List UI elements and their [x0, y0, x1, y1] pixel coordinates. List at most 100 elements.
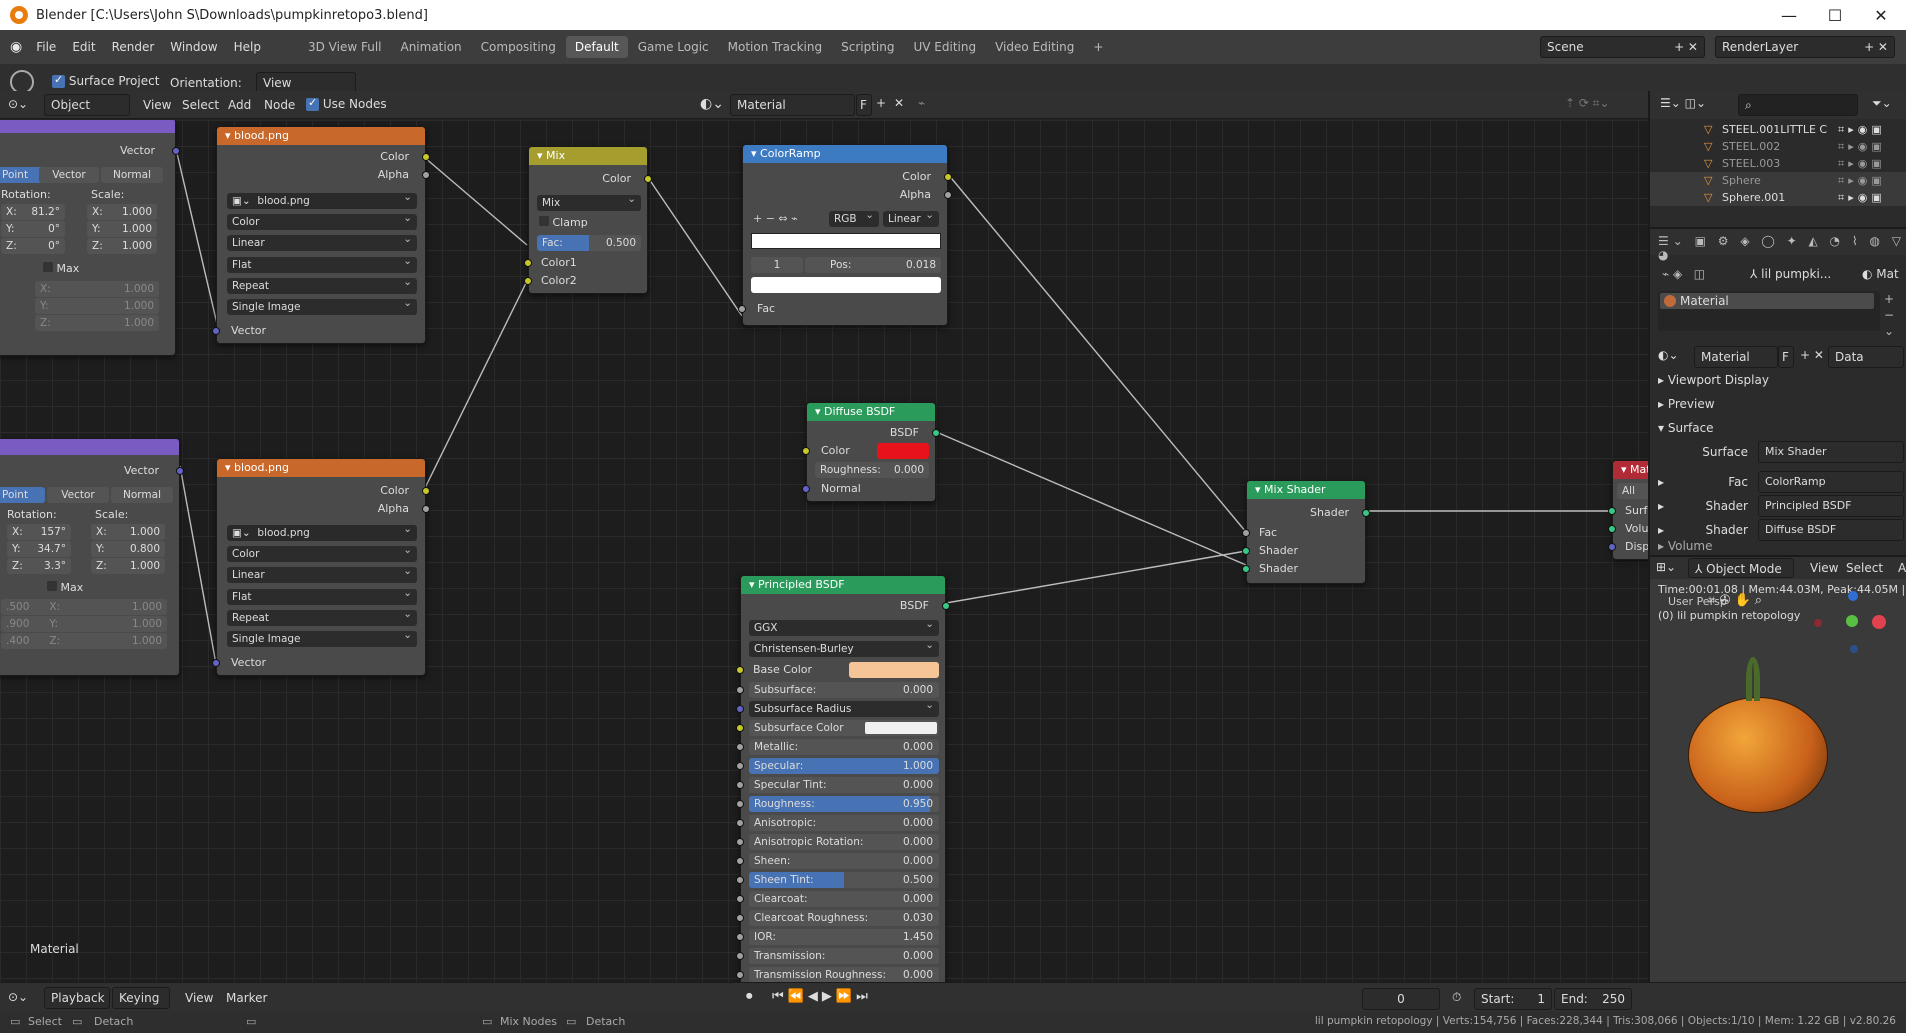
menu-view[interactable]: View: [1810, 561, 1838, 575]
object-type-dropdown[interactable]: Object: [44, 94, 130, 116]
pin-icon[interactable]: ⌁: [918, 96, 925, 110]
color-output-socket[interactable]: [422, 153, 430, 161]
distribution-dropdown[interactable]: GGX: [749, 616, 939, 636]
outliner-search-input[interactable]: ⌕: [1738, 94, 1858, 116]
checkbox-icon[interactable]: [306, 96, 319, 111]
max-y-field[interactable]: Y: 1.000: [35, 298, 159, 314]
type-normal-button[interactable]: Normal: [111, 487, 173, 503]
input-socket[interactable]: [736, 743, 744, 751]
subsurface-color-swatch[interactable]: [865, 722, 937, 734]
type-vector-button[interactable]: Vector: [39, 167, 99, 183]
fac-slider[interactable]: Fac: 0.500: [537, 235, 641, 251]
bsdf-output-socket[interactable]: [932, 429, 940, 437]
surface-socket-link[interactable]: Diffuse BSDF: [1758, 519, 1904, 541]
surface-project-toggle[interactable]: Surface Project: [52, 73, 159, 88]
input-field[interactable]: Clearcoat: 0.000: [749, 891, 939, 907]
diffuse-bsdf-node[interactable]: ▾ Diffuse BSDF BSDF Color Roughness: 0.00…: [802, 402, 940, 502]
alpha-output-socket[interactable]: [944, 191, 952, 199]
volume-input-socket[interactable]: [1608, 525, 1616, 533]
input-field[interactable]: Metallic: 0.000: [749, 739, 939, 755]
source-dropdown[interactable]: Single Image: [227, 295, 417, 315]
fake-user-button[interactable]: F: [856, 94, 872, 116]
input-field[interactable]: Subsurface Color: [749, 720, 939, 736]
node-editor-canvas[interactable]: Vector Point Vector Normal Rotation: Sca…: [0, 120, 1648, 982]
type-point-button[interactable]: Point: [0, 487, 45, 503]
colorramp-node[interactable]: ▾ ColorRamp Color Alpha + − ⇔ ⌁ RGB Line…: [738, 144, 952, 326]
max-z-field[interactable]: .400 Z: 1.000: [1, 633, 167, 649]
keying-menu[interactable]: Keying: [112, 987, 170, 1009]
material-new-unlink-icons[interactable]: + ✕: [1800, 348, 1824, 362]
color-output-socket[interactable]: [644, 175, 652, 183]
input-socket[interactable]: [736, 838, 744, 846]
input-field[interactable]: Sheen Tint: 0.500: [749, 872, 939, 888]
menu-view[interactable]: View: [143, 98, 171, 112]
fake-user-button[interactable]: F: [1778, 346, 1794, 368]
input-socket[interactable]: [736, 952, 744, 960]
menu-select[interactable]: Select: [182, 98, 219, 112]
pumpkin-model[interactable]: [1688, 697, 1828, 813]
max-toggle[interactable]: Max: [47, 580, 83, 596]
material-browse-icon[interactable]: ◐⌄: [700, 96, 724, 112]
tab-animation[interactable]: Animation: [391, 36, 470, 58]
material-browse-icon[interactable]: ◐⌄: [1658, 348, 1679, 362]
rotation-z-field[interactable]: Z: 0°: [1, 238, 65, 254]
properties-tab-icons[interactable]: ☰⌄ ▣ ⚙ ◈ ◯ ✦ ◭ ◔ ⌇ ◍ ▽ ◕: [1658, 234, 1906, 262]
editor-type-icon[interactable]: ⊙⌄: [8, 990, 28, 1004]
interpolation-dropdown[interactable]: Linear: [883, 207, 939, 227]
material-slot-list[interactable]: Material: [1658, 291, 1880, 331]
material-name-field[interactable]: Material: [1694, 346, 1778, 368]
input-field[interactable]: Subsurface: 0.000: [749, 682, 939, 698]
link-data-dropdown[interactable]: Data: [1828, 346, 1904, 368]
input-socket[interactable]: [736, 933, 744, 941]
bsdf-output-socket[interactable]: [942, 602, 950, 610]
scale-x-field[interactable]: X: 1.000: [87, 204, 157, 220]
maximize-button[interactable]: ☐: [1812, 0, 1858, 30]
tab-3d-view-full[interactable]: 3D View Full: [299, 36, 391, 58]
editor-type-icon[interactable]: ⊞⌄: [1656, 560, 1676, 574]
input-socket[interactable]: [736, 895, 744, 903]
input-socket[interactable]: [736, 857, 744, 865]
vector-input-socket[interactable]: [212, 659, 220, 667]
interpolation-dropdown[interactable]: Linear: [227, 231, 417, 251]
expand-arrow-icon[interactable]: ▸: [1658, 499, 1664, 513]
record-icon[interactable]: ⏺: [746, 989, 753, 1004]
blender-menu-icon[interactable]: ◉: [10, 39, 22, 55]
input-field[interactable]: Sheen: 0.000: [749, 853, 939, 869]
parent-node-icon[interactable]: ⇡ ⟳ ⌗⌄: [1565, 96, 1610, 111]
vector-input-socket[interactable]: [212, 327, 220, 335]
tab-game-logic[interactable]: Game Logic: [629, 36, 718, 58]
surface-input-socket[interactable]: [1608, 507, 1616, 515]
normal-input-socket[interactable]: [802, 485, 810, 493]
menu-add[interactable]: Add: [228, 98, 251, 112]
outliner-item[interactable]: ▽ STEEL.003 ⌗▸◉▣: [1650, 155, 1906, 172]
scale-x-field[interactable]: X: 1.000: [91, 524, 165, 540]
input-field[interactable]: Transmission: 0.000: [749, 948, 939, 964]
input-socket[interactable]: [736, 971, 744, 979]
stop-position-field[interactable]: Pos: 0.018: [805, 257, 941, 273]
minimize-button[interactable]: —: [1766, 0, 1812, 30]
material-output-node[interactable]: ▾ Mat All Surf Volu Disp: [1608, 460, 1648, 560]
subsurface-method-dropdown[interactable]: Christensen-Burley: [749, 637, 939, 657]
target-dropdown[interactable]: All: [1617, 483, 1648, 499]
input-socket[interactable]: [736, 705, 744, 713]
renderlayer-selector[interactable]: RenderLayer + ✕: [1715, 36, 1895, 58]
scale-y-field[interactable]: Y: 1.000: [87, 221, 157, 237]
surface-socket-link[interactable]: ColorRamp: [1758, 471, 1904, 493]
tab-uv-editing[interactable]: UV Editing: [904, 36, 985, 58]
visibility-icons[interactable]: ⌗▸◉▣: [1838, 138, 1886, 155]
extension-dropdown[interactable]: Repeat: [227, 606, 417, 626]
vector-output-socket[interactable]: [172, 147, 180, 155]
tab-compositing[interactable]: Compositing: [472, 36, 565, 58]
mapping-node-1[interactable]: Vector Point Vector Normal Rotation: Sca…: [0, 120, 180, 356]
use-nodes-toggle[interactable]: Use Nodes: [306, 96, 387, 111]
color-space-dropdown[interactable]: Color: [227, 542, 417, 562]
color-swatch[interactable]: [877, 443, 929, 459]
base-color-swatch[interactable]: [849, 662, 939, 678]
input-field[interactable]: Specular Tint: 0.000: [749, 777, 939, 793]
input-socket[interactable]: [736, 876, 744, 884]
surface-socket-link[interactable]: Principled BSDF: [1758, 495, 1904, 517]
tab-scripting[interactable]: Scripting: [832, 36, 903, 58]
node-header[interactable]: ▾ Mix Shader: [1247, 481, 1365, 499]
expand-arrow-icon[interactable]: ▸: [1658, 523, 1664, 537]
max-z-field[interactable]: Z: 1.000: [35, 315, 159, 331]
